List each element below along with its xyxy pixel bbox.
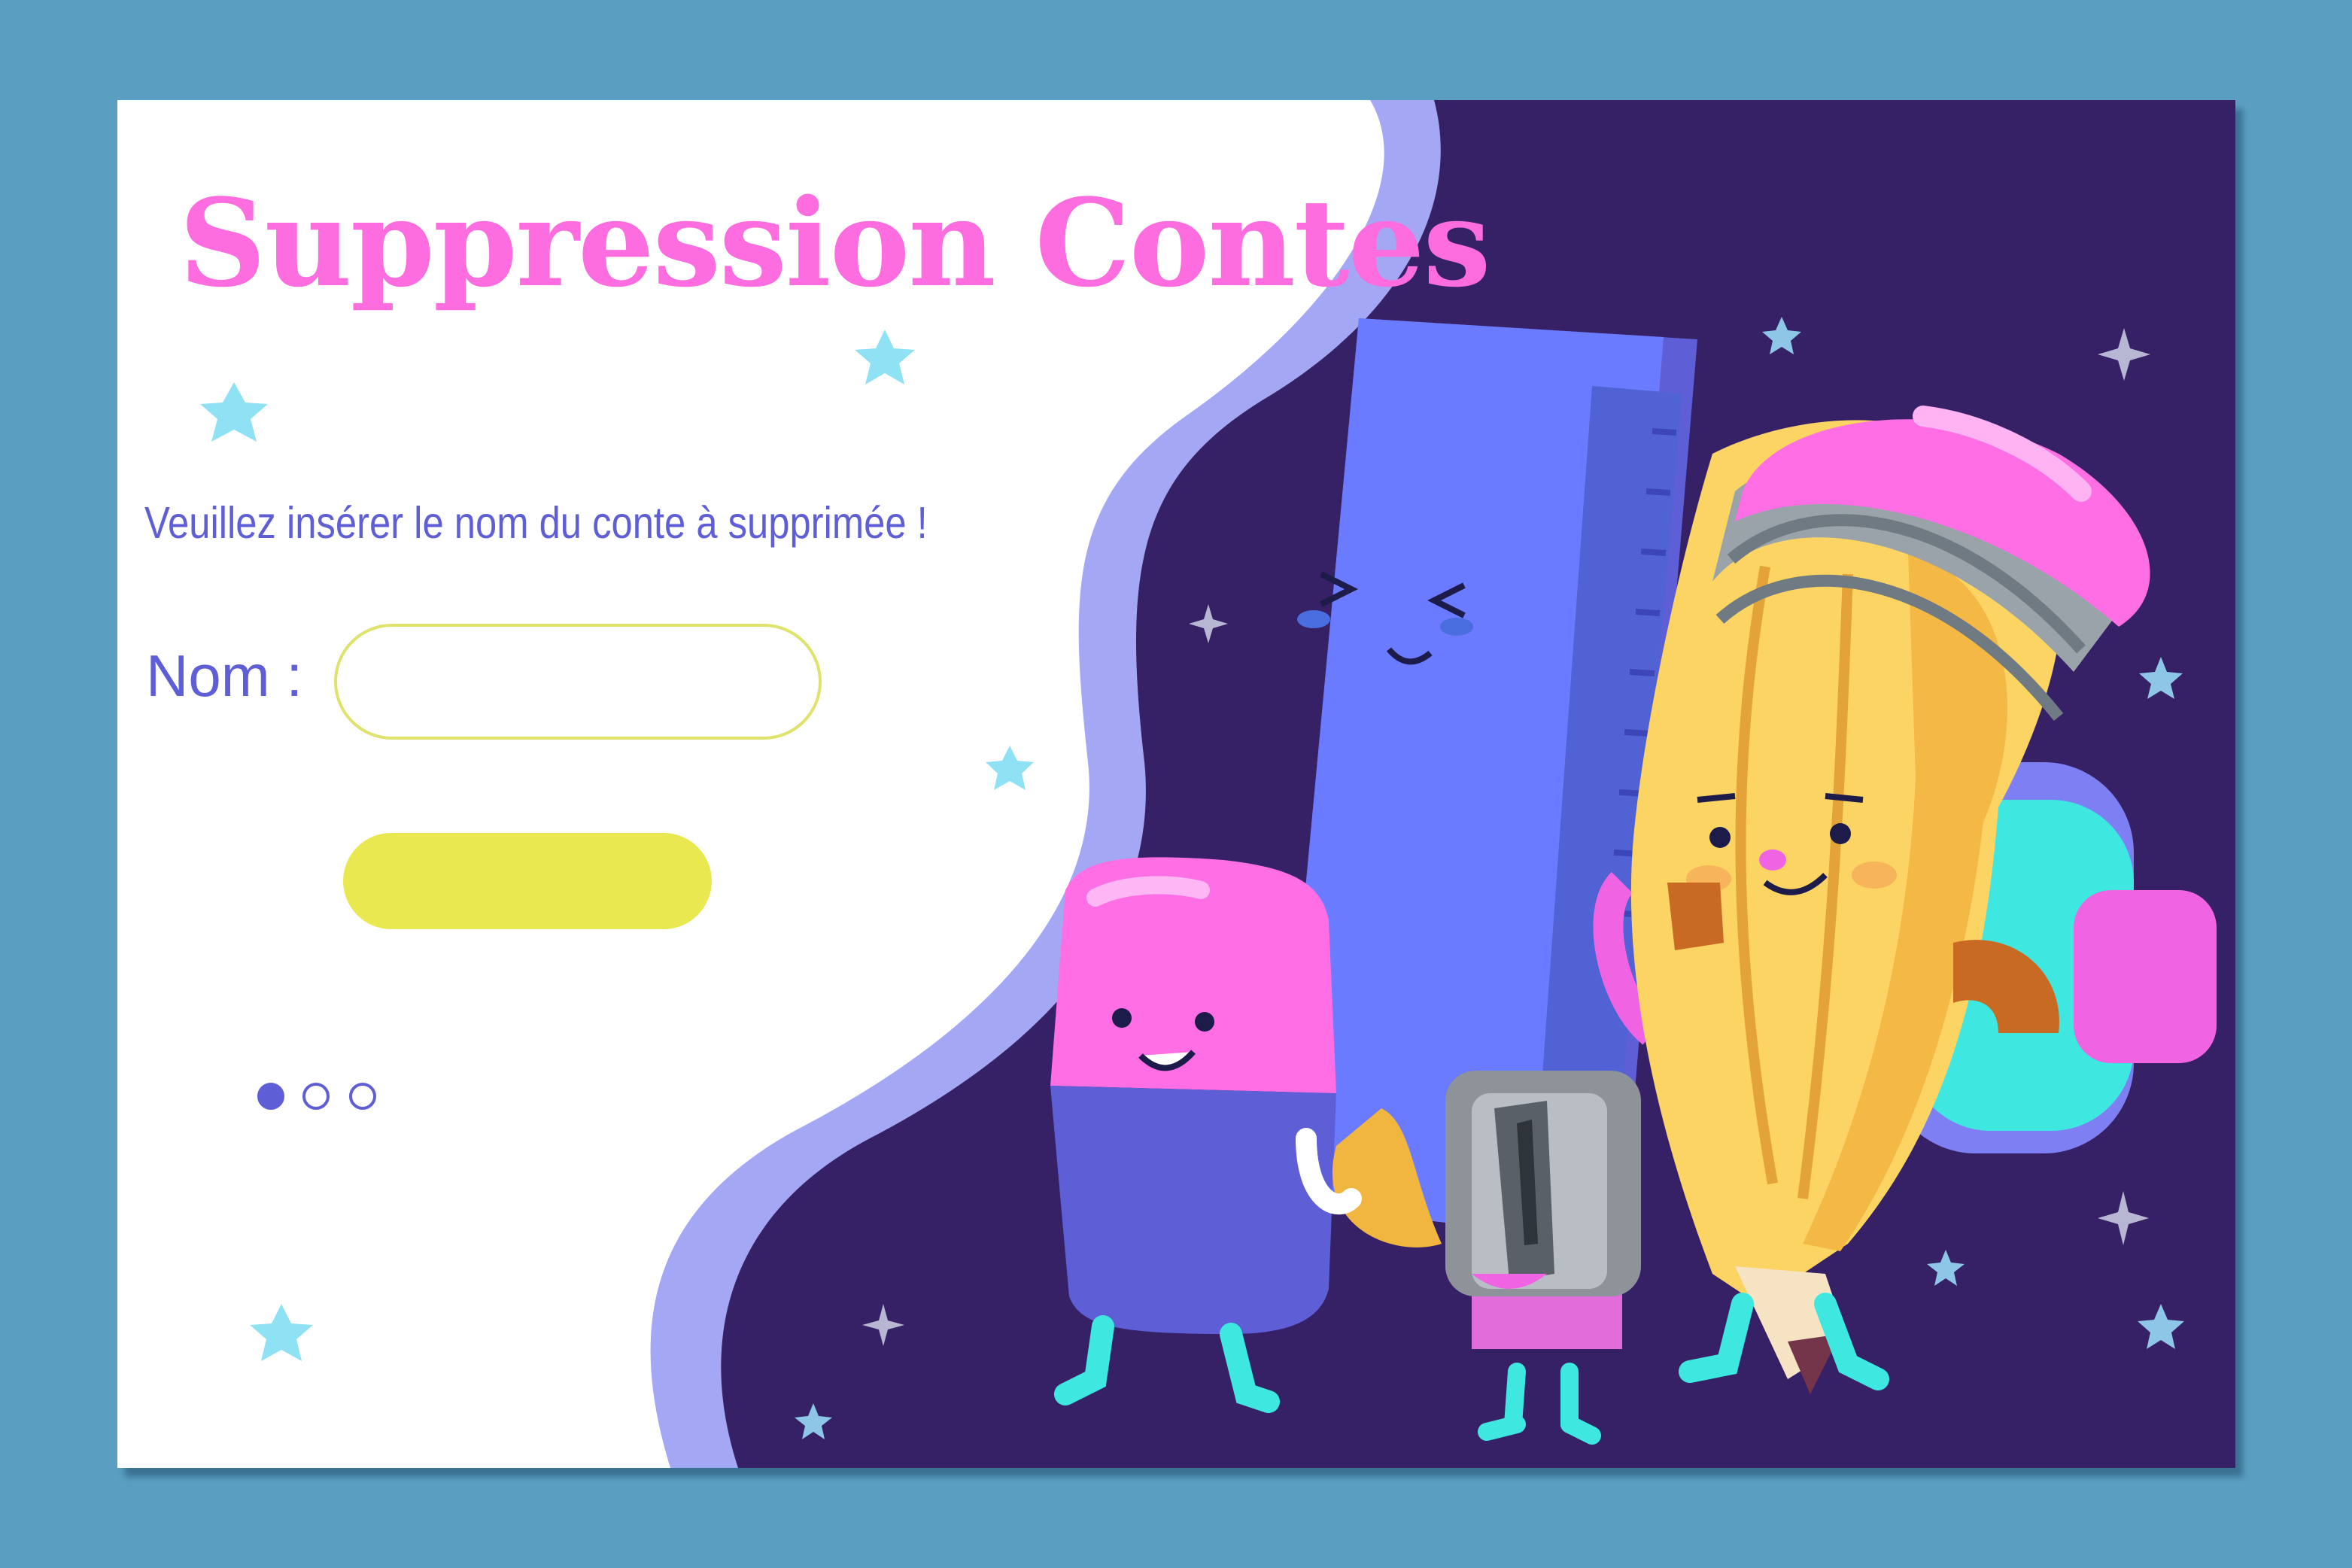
page-dot-2[interactable] [302, 1083, 330, 1110]
star-icon [200, 382, 268, 442]
star-icon [986, 746, 1034, 790]
instruction-text: Veuillez insérer le nom du conte à suppr… [144, 498, 928, 548]
delete-story-card: Suppression Contes Veuillez insérer le n… [117, 100, 2235, 1468]
star-icon [855, 330, 915, 384]
star-icon [250, 1304, 313, 1361]
story-name-input[interactable] [334, 624, 822, 740]
page-dot-1[interactable] [257, 1083, 284, 1110]
delete-submit-button[interactable] [343, 833, 712, 929]
page-dot-3[interactable] [349, 1083, 376, 1110]
name-field-label: Nom : [146, 643, 303, 709]
page-title: Suppression Contes [179, 172, 1491, 314]
